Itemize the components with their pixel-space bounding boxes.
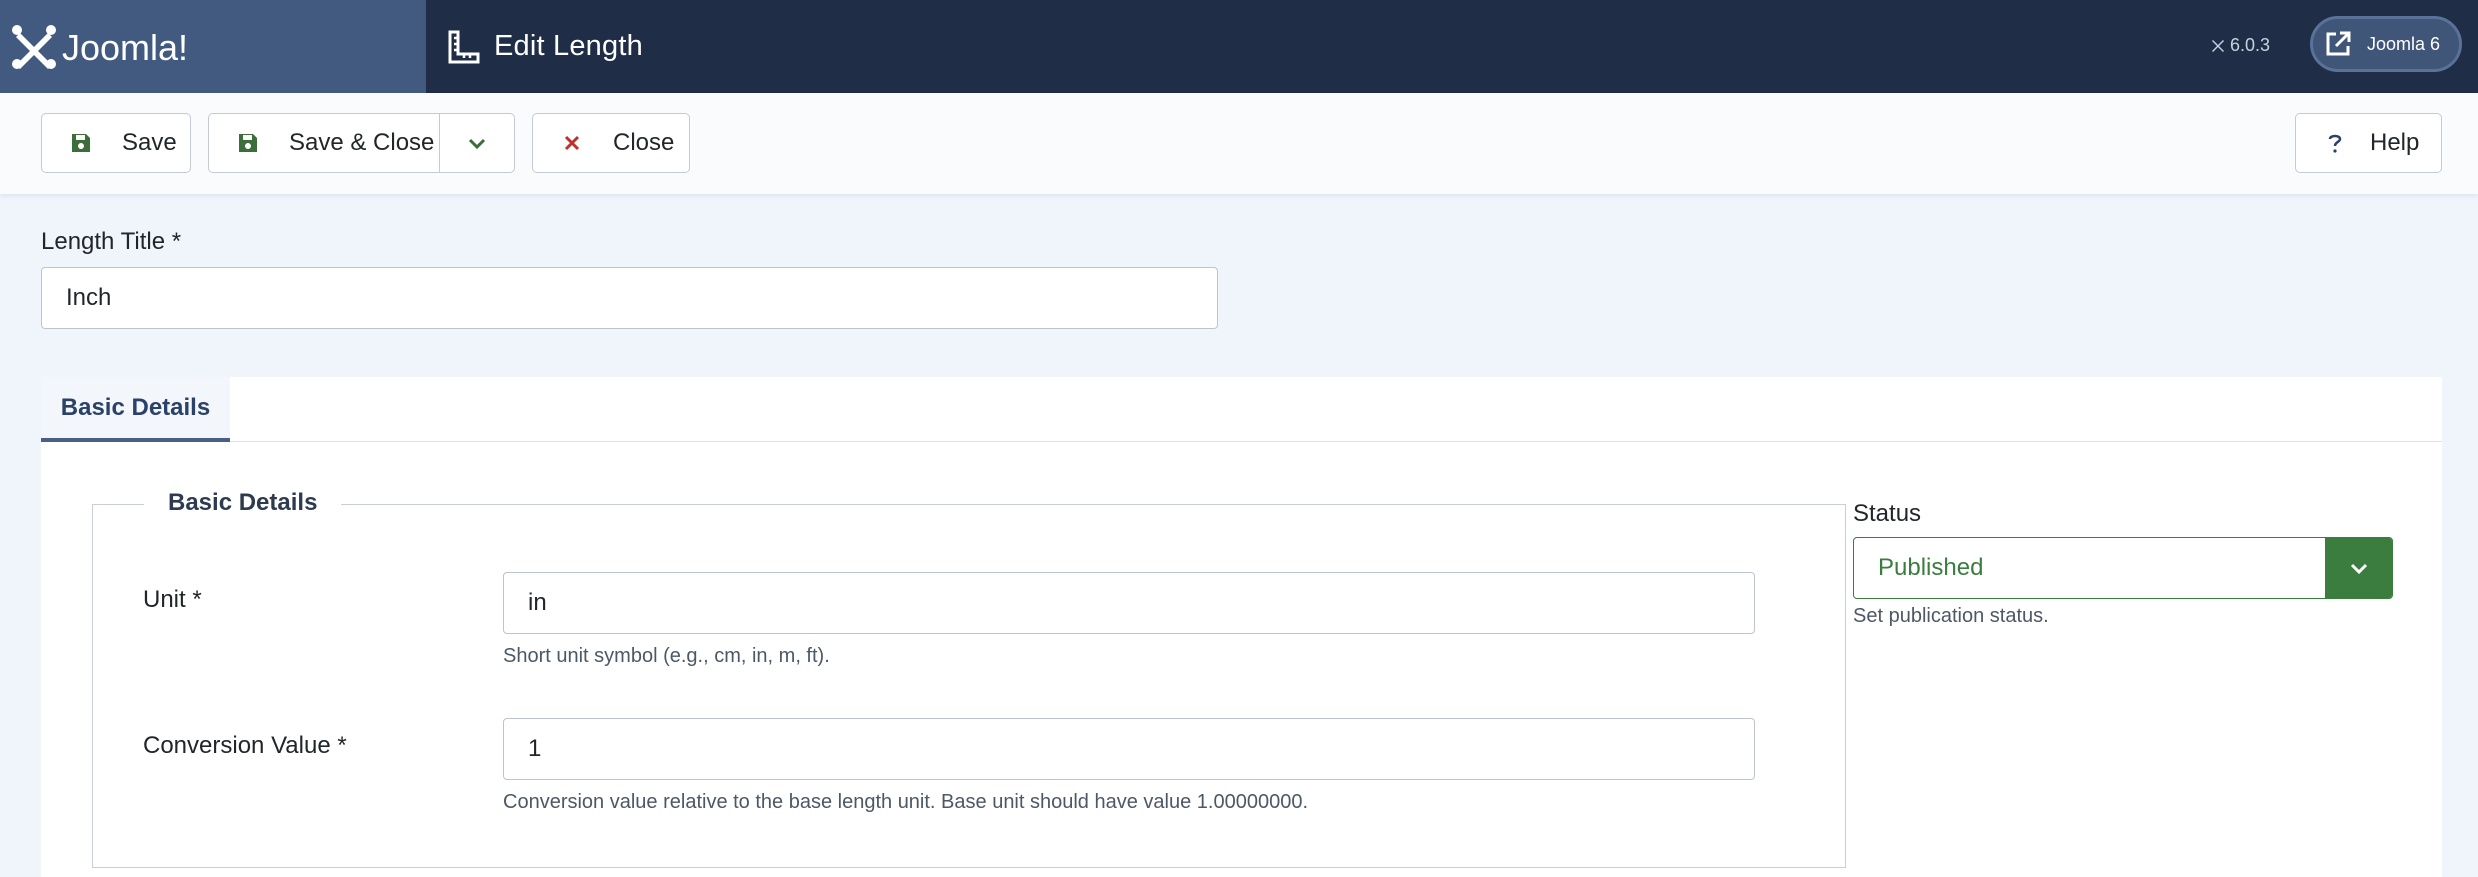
save-and-close-label: Save & Close [289,129,435,156]
save-options-dropdown-button[interactable] [439,113,515,173]
joomla-small-icon [2212,40,2224,52]
basic-details-fieldset: Basic Details Unit * Short unit symbol (… [92,489,1846,868]
status-dropdown-arrow[interactable] [2325,538,2392,598]
conversion-value-input[interactable] [503,718,1755,780]
unit-input[interactable] [503,572,1755,634]
tab-basic-details[interactable]: Basic Details [41,377,230,442]
unit-label: Unit * [143,586,202,613]
chevron-down-icon [468,138,486,150]
status-hint: Set publication status. [1853,605,2049,627]
floppy-disk-icon [239,134,257,152]
close-button[interactable]: Close [532,113,690,173]
joomla-logo-icon: Joomla! [12,24,188,69]
external-link-icon [2326,31,2351,56]
version-text: 6.0.3 [2230,34,2271,55]
header: Joomla! Edit Length 6.0.3 Joomla 6 [0,0,2478,93]
page-title: Edit Length [448,0,643,93]
site-link-button[interactable]: Joomla 6 [2310,16,2462,72]
tab-bar: Basic Details [41,377,2442,442]
fieldset-legend: Basic Details [144,489,342,517]
ruler-icon [448,30,480,63]
save-button[interactable]: Save [41,113,191,173]
conversion-value-label: Conversion Value * [143,732,347,759]
version-badge: 6.0.3 [2210,30,2270,60]
status-selected-value: Published [1878,554,1984,581]
x-icon [564,135,580,151]
svg-text:Joomla!: Joomla! [62,27,188,68]
site-link-label: Joomla 6 [2367,33,2441,54]
conversion-value-hint: Conversion value relative to the base le… [503,791,1308,813]
close-label: Close [613,129,675,156]
logo[interactable]: Joomla! [0,0,426,93]
tab-panel: Basic Details Basic Details Unit * Short… [41,377,2442,877]
length-title-input[interactable] [41,267,1218,329]
save-and-close-button[interactable]: Save & Close [208,113,440,173]
page-title-text: Edit Length [494,30,643,62]
length-title-label: Length Title * [41,228,182,255]
save-label: Save [122,129,177,156]
help-label: Help [2370,129,2420,156]
status-select[interactable]: Published [1853,537,2393,599]
status-label: Status [1853,500,1922,527]
chevron-down-icon [2350,563,2367,575]
toolbar: Save Save & Close Close Help [0,93,2478,194]
help-button[interactable]: Help [2295,113,2442,173]
question-icon [2328,134,2342,153]
unit-hint: Short unit symbol (e.g., cm, in, m, ft). [503,645,830,667]
floppy-disk-icon [72,134,90,152]
